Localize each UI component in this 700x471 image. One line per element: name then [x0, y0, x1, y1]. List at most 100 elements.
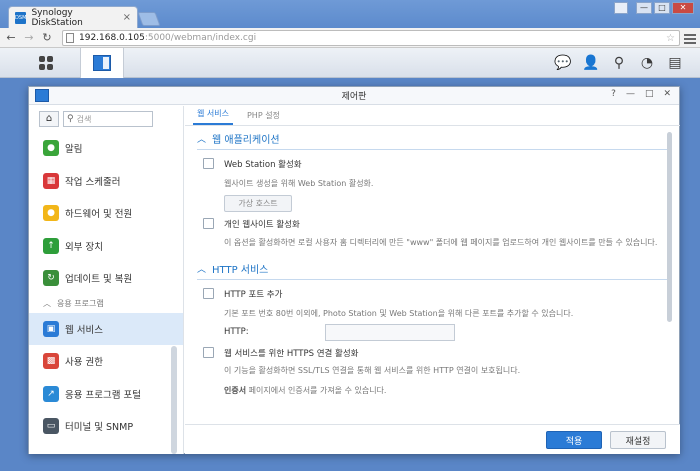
maximize-window-button[interactable]: □ — [645, 89, 654, 99]
window-controls: — □ ✕ — [636, 2, 694, 14]
sidebar-item-label: 터미널 및 SNMP — [65, 422, 134, 434]
certificate-note: 인증서 페이지에서 인증서를 가져올 수 있습니다. — [197, 384, 667, 398]
search-placeholder: 검색 — [76, 114, 92, 124]
section-web-app[interactable]: ︿ 웹 애플리케이션 — [197, 128, 667, 150]
https-checkbox[interactable] — [203, 347, 214, 358]
web-station-checkbox[interactable] — [203, 158, 214, 169]
search-icon[interactable]: ⚲ — [610, 54, 628, 72]
widgets-icon[interactable]: ▤ — [666, 54, 684, 72]
home-button[interactable]: ⌂ — [39, 111, 59, 127]
close-window-button[interactable]: ✕ — [672, 2, 694, 14]
chevron-up-icon: ︿ — [43, 299, 51, 308]
forward-arrow-icon[interactable]: → — [22, 31, 36, 44]
browser-menu-icon[interactable] — [684, 32, 696, 44]
apply-button[interactable]: 적용 — [546, 431, 602, 449]
dashboard-icon[interactable]: ◔ — [638, 54, 656, 72]
http-port-description: 기본 포트 번호 80번 이외에, Photo Station 및 Web St… — [224, 309, 574, 318]
certificate-link[interactable]: 인증서 — [224, 386, 246, 395]
sidebar-item[interactable]: ● 알림 — [29, 132, 183, 165]
https-label: 웹 서비스를 위한 HTTPS 연결 활성화 — [224, 348, 359, 359]
control-panel-icon — [35, 89, 49, 102]
upload-icon: ↑ — [43, 237, 59, 254]
sidebar-item[interactable]: ↑ 외부 장치 — [29, 230, 183, 263]
minimize-window-button[interactable]: — — [626, 89, 635, 99]
back-arrow-icon[interactable]: ← — [4, 31, 18, 44]
close-window-button[interactable]: ✕ — [663, 89, 671, 99]
sidebar-list: ● 알림 ▦ 작업 스케줄러 ● 하드웨어 및 전원 ↑ 외부 장치 ↻ 업데이트 및 복원 ︿ 응용… — [29, 132, 183, 443]
tab-close-icon[interactable]: × — [123, 12, 131, 23]
control-panel-window: 제어판 ? — □ ✕ ⌂ ⚲ 검색 ● 알림 ▦ 작업 스케줄러 ● 하드웨어 및 전원… — [28, 86, 680, 454]
calendar-icon: ▦ — [43, 172, 59, 189]
grid-icon — [39, 56, 53, 70]
chat-icon[interactable]: 💬 — [554, 54, 572, 72]
http-port-checkbox[interactable] — [203, 288, 214, 299]
taskbar-control-panel[interactable] — [80, 48, 124, 78]
sidebar-item-label: 하드웨어 및 전원 — [65, 209, 133, 221]
sidebar-item[interactable]: ▩ 사용 권한 — [29, 345, 183, 378]
http-port-option[interactable]: HTTP 포트 추가 — [197, 284, 667, 303]
maximize-button[interactable]: □ — [654, 2, 670, 14]
sidebar-item-label: 업데이트 및 복원 — [65, 274, 133, 286]
section-title: HTTP 서비스 — [212, 265, 269, 276]
sidebar-section-apps[interactable]: ︿ 응용 프로그램 — [29, 295, 183, 313]
certificate-note-text: 페이지에서 인증서를 가져올 수 있습니다. — [246, 386, 387, 395]
sidebar-top: ⌂ ⚲ 검색 — [29, 106, 183, 132]
browser-profile-icon[interactable] — [614, 2, 628, 14]
sidebar-item-label: 알림 — [65, 144, 83, 156]
address-bar[interactable]: 192.168.0.105:5000/webman/index.cgi ☆ — [62, 30, 680, 46]
window-titlebar[interactable]: 제어판 ? — □ ✕ — [29, 87, 679, 105]
section-label: 응용 프로그램 — [57, 299, 104, 308]
tab-bar: 웹 서비스 PHP 설정 — [185, 106, 680, 126]
http-port-input[interactable] — [324, 323, 455, 341]
url-host: 192.168.0.105 — [79, 33, 145, 43]
settings-panel: ︿ 웹 애플리케이션 Web Station 활성화 웹사이트 생성을 위해 W… — [197, 128, 667, 424]
sidebar-item-label: 외부 장치 — [65, 241, 103, 253]
bulb-icon: ● — [43, 205, 59, 222]
personal-site-checkbox[interactable] — [203, 218, 214, 229]
main-menu-button[interactable] — [24, 48, 68, 78]
sidebar-scrollbar[interactable] — [171, 346, 177, 454]
sidebar-item[interactable]: ↻ 업데이트 및 복원 — [29, 262, 183, 295]
reset-button[interactable]: 재설정 — [610, 431, 666, 449]
reload-icon[interactable]: ↻ — [40, 31, 54, 44]
terminal-icon: ▭ — [43, 418, 59, 435]
user-icon[interactable]: 👤 — [582, 54, 600, 72]
browser-toolbar: ← → ↻ 192.168.0.105:5000/webman/index.cg… — [0, 28, 700, 48]
new-tab-button[interactable] — [137, 12, 161, 26]
sidebar-item[interactable]: ▭ 터미널 및 SNMP — [29, 410, 183, 443]
sidebar: ⌂ ⚲ 검색 ● 알림 ▦ 작업 스케줄러 ● 하드웨어 및 전원 ↑ 외부 장치 ↻ 업데이트 … — [29, 106, 184, 454]
http-field-label: HTTP: — [224, 327, 249, 337]
https-description: 이 기능을 활성화하면 SSL/TLS 연결을 통해 웹 서비스를 위한 HTT… — [224, 366, 521, 375]
taskbar-tray: 💬 👤 ⚲ ◔ ▤ — [554, 54, 684, 72]
tab-0[interactable]: 웹 서비스 — [193, 108, 233, 125]
personal-site-option[interactable]: 개인 웹사이트 활성화 — [197, 214, 667, 233]
content-scrollbar[interactable] — [667, 132, 672, 322]
chat-bubble-icon: ● — [43, 140, 59, 157]
tab-1[interactable]: PHP 설정 — [243, 110, 284, 125]
web-station-label: Web Station 활성화 — [224, 159, 302, 170]
web-station-option[interactable]: Web Station 활성화 — [197, 154, 667, 173]
browser-tab[interactable]: DSM Synology DiskStation × — [8, 6, 138, 28]
tab-title: Synology DiskStation — [31, 7, 83, 28]
bookmark-star-icon[interactable]: ☆ — [666, 33, 675, 44]
section-http-service[interactable]: ︿ HTTP 서비스 — [197, 258, 667, 280]
sidebar-item[interactable]: ▣ 웹 서비스 — [29, 312, 183, 345]
sidebar-item[interactable]: ▦ 작업 스케줄러 — [29, 165, 183, 198]
sidebar-item-label: 사용 권한 — [65, 357, 103, 369]
help-button[interactable]: ? — [611, 89, 616, 99]
minimize-button[interactable]: — — [636, 2, 652, 14]
chevron-up-icon: ︿ — [197, 135, 207, 145]
url-port: :5000 — [144, 33, 171, 43]
portal-icon: ↗ — [43, 385, 59, 402]
virtual-host-button[interactable]: 가상 호스트 — [224, 195, 292, 212]
sidebar-item[interactable]: ● 하드웨어 및 전원 — [29, 197, 183, 230]
https-option[interactable]: 웹 서비스를 위한 HTTPS 연결 활성화 — [197, 343, 667, 362]
section-title: 웹 애플리케이션 — [212, 135, 280, 146]
search-icon: ⚲ — [67, 114, 74, 124]
search-input[interactable]: ⚲ 검색 — [63, 111, 153, 127]
window-title: 제어판 — [341, 92, 367, 102]
sidebar-item[interactable]: ↗ 응용 프로그램 포털 — [29, 378, 183, 411]
url-path: /webman/index.cgi — [170, 33, 257, 43]
web-station-description: 웹사이트 생성을 위해 Web Station 활성화. — [224, 179, 374, 188]
update-icon: ↻ — [43, 270, 59, 287]
